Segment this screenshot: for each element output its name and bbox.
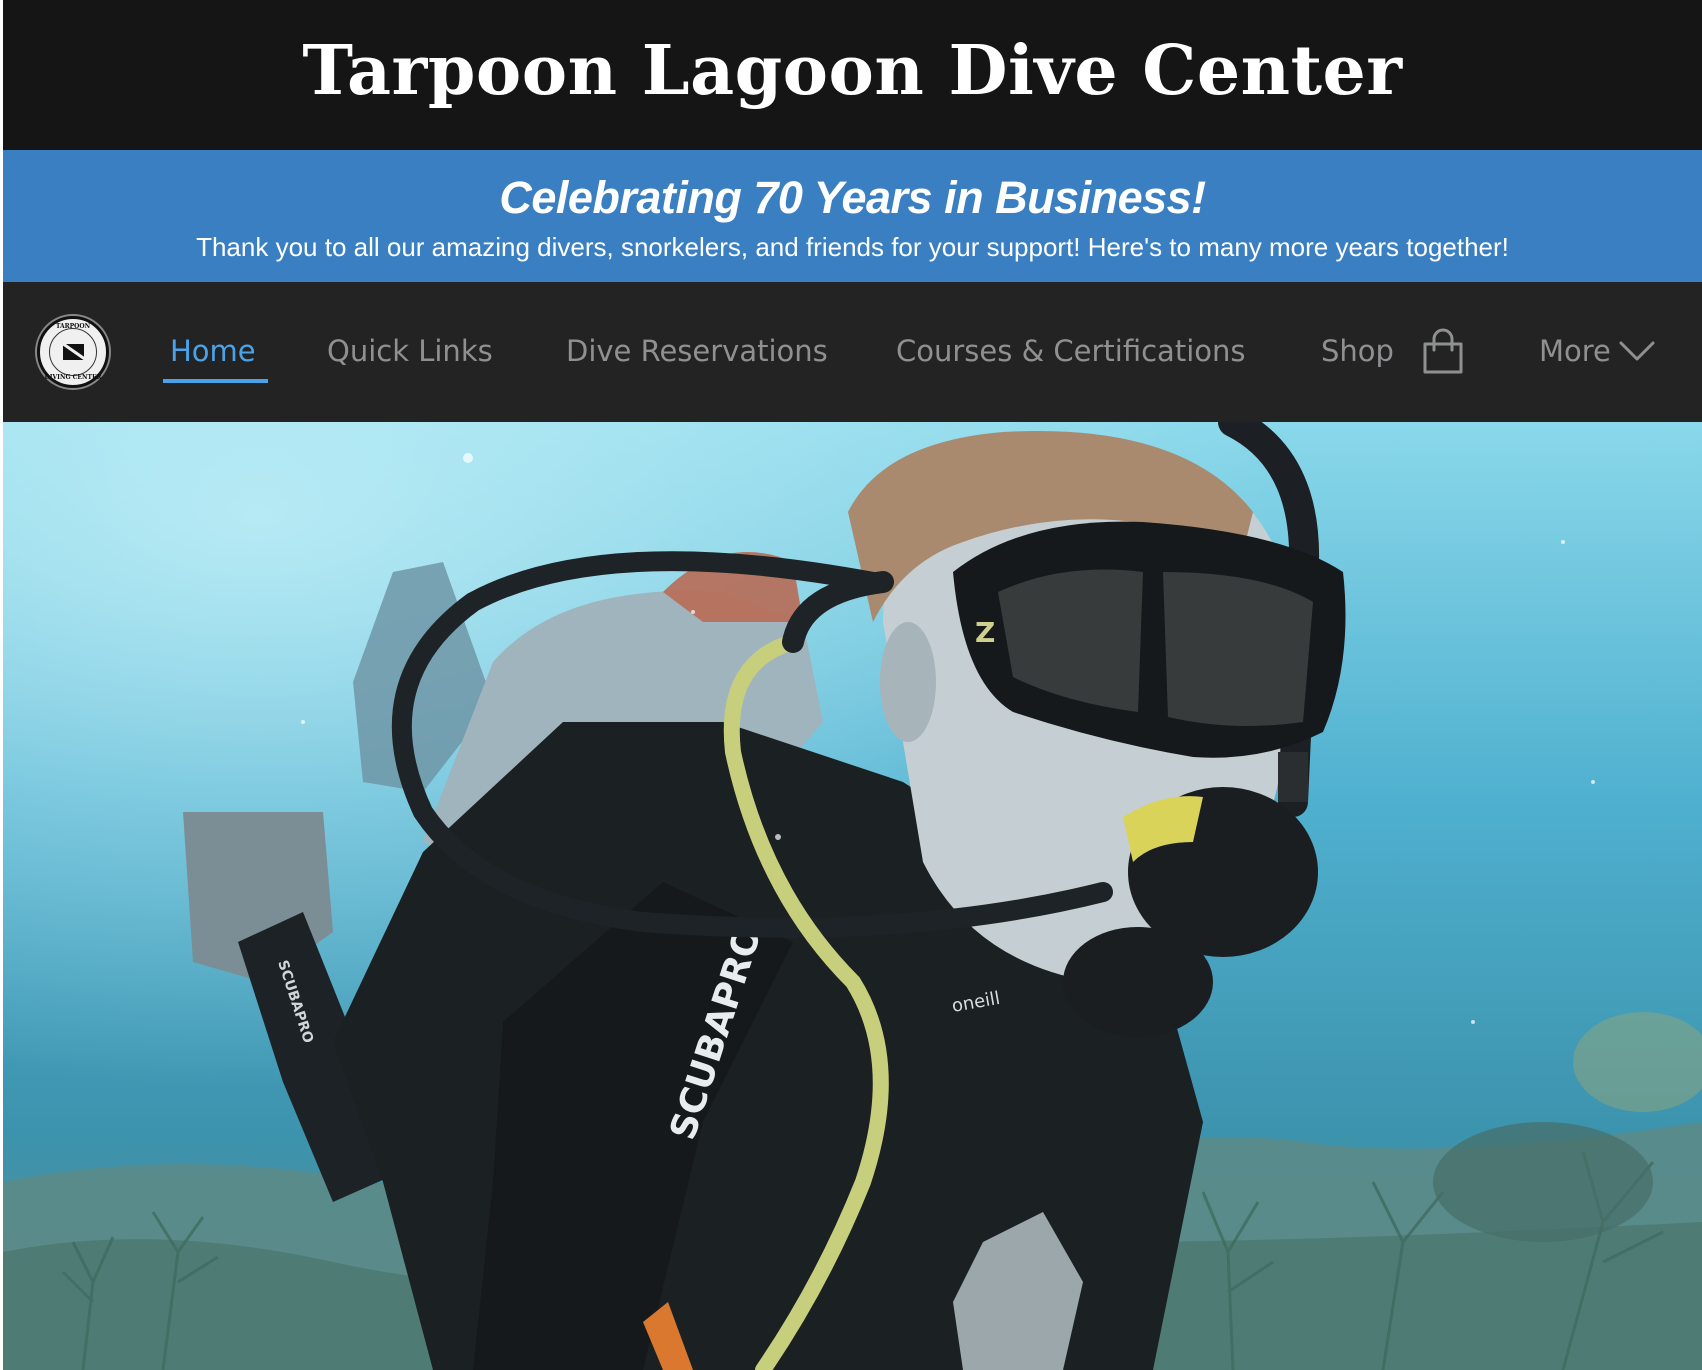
nav-quick-links[interactable]: Quick Links	[327, 334, 493, 368]
page: Tarpoon Lagoon Dive Center Celebrating 7…	[3, 0, 1702, 1370]
nav-more[interactable]: More	[1539, 334, 1611, 368]
hero-image: SCUBAPRO SCUBAPRO oneill Z	[3, 422, 1702, 1370]
banner-message: Thank you to all our amazing divers, sno…	[196, 232, 1509, 262]
scuba-diver-illustration: SCUBAPRO SCUBAPRO oneill Z	[3, 422, 1702, 1370]
banner-headline: Celebrating 70 Years in Business!	[499, 172, 1206, 223]
shopping-bag-icon[interactable]	[1421, 328, 1465, 376]
nav-dive-reservations[interactable]: Dive Reservations	[566, 334, 828, 368]
site-title: Tarpoon Lagoon Dive Center	[302, 31, 1403, 111]
logo-text-bottom: DIVING CENTER	[44, 374, 102, 381]
nav-courses-certifications[interactable]: Courses & Certifications	[896, 334, 1246, 368]
mask-logo: Z	[975, 616, 995, 649]
site-logo[interactable]: TARPOON DIVING CENTER	[37, 316, 109, 388]
chevron-down-icon[interactable]	[1619, 340, 1655, 362]
nav-active-underline	[163, 379, 268, 383]
main-navigation: TARPOON DIVING CENTER Home Quick Links D…	[3, 282, 1702, 422]
site-header: Tarpoon Lagoon Dive Center	[3, 0, 1702, 150]
anniversary-banner: Celebrating 70 Years in Business! Thank …	[3, 150, 1702, 282]
dive-flag-icon	[63, 344, 84, 360]
nav-shop[interactable]: Shop	[1321, 334, 1394, 368]
nav-home[interactable]: Home	[170, 334, 256, 368]
